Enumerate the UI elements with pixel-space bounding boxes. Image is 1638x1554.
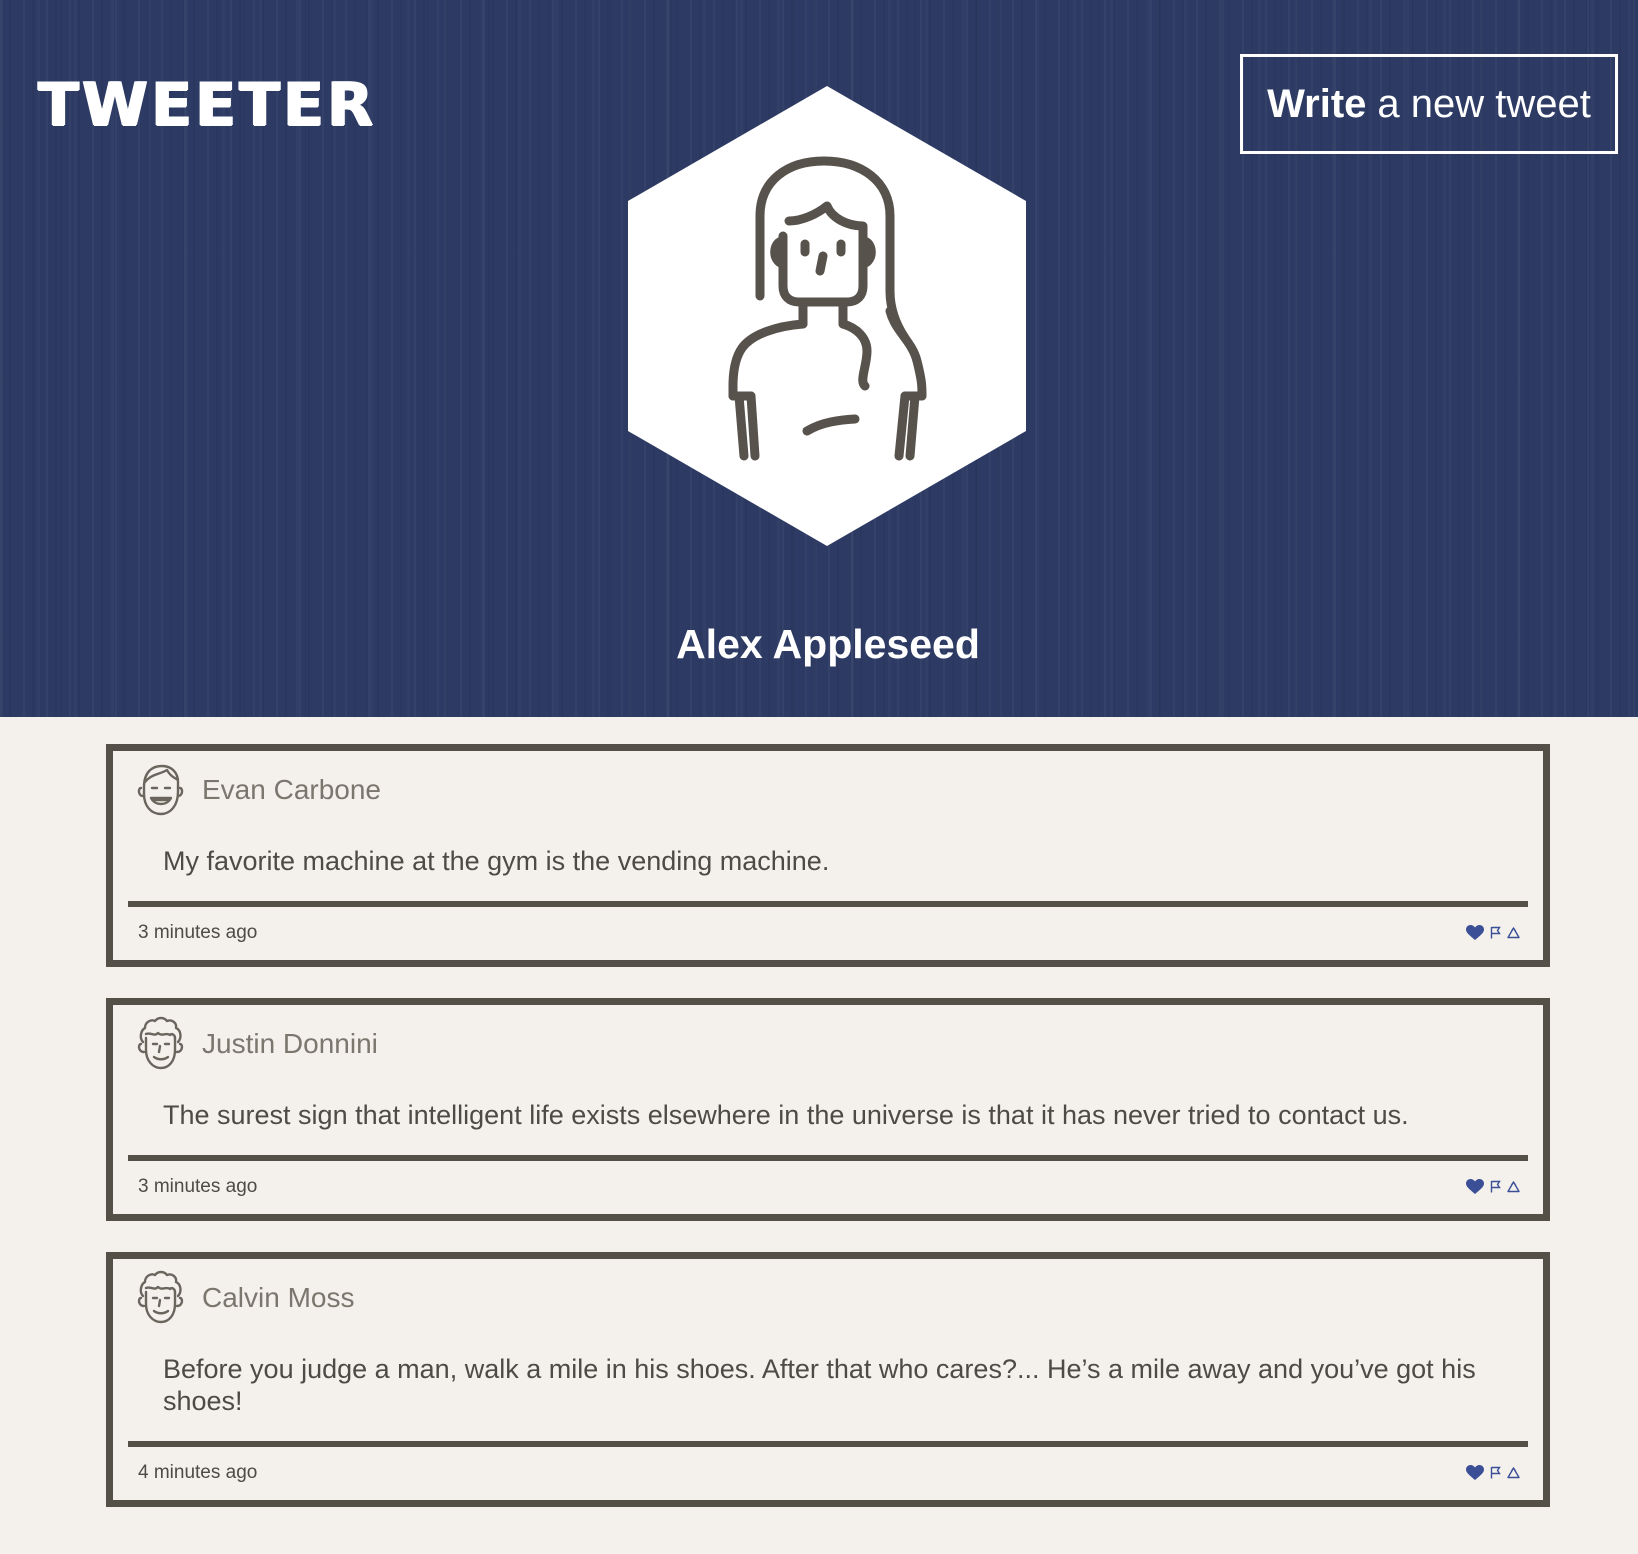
flag-icon[interactable] bbox=[1490, 926, 1501, 939]
smiling-man-avatar-icon bbox=[137, 764, 184, 816]
compose-button-label: a new tweet bbox=[1377, 81, 1591, 126]
tweet-timestamp: 3 minutes ago bbox=[138, 1175, 258, 1197]
tweet-list: Evan Carbone My favorite machine at the … bbox=[106, 744, 1550, 1538]
tweet-actions bbox=[1466, 1178, 1520, 1195]
tweet-footer: 3 minutes ago bbox=[128, 901, 1528, 960]
profile-header: TWEETER Write a new tweet Alex Appleseed bbox=[0, 0, 1638, 717]
retweet-icon[interactable] bbox=[1507, 926, 1520, 939]
flag-icon[interactable] bbox=[1490, 1466, 1501, 1479]
compose-button-strong-label: Write bbox=[1267, 81, 1367, 126]
app-logo[interactable]: TWEETER bbox=[38, 70, 376, 140]
retweet-icon[interactable] bbox=[1507, 1180, 1520, 1193]
heart-icon[interactable] bbox=[1466, 924, 1484, 941]
tweet-footer: 4 minutes ago bbox=[128, 1441, 1528, 1500]
flag-icon[interactable] bbox=[1490, 1180, 1501, 1193]
tweet-card: Calvin Moss Before you judge a man, walk… bbox=[106, 1252, 1550, 1507]
tweet-footer: 3 minutes ago bbox=[128, 1155, 1528, 1214]
tweet-actions bbox=[1466, 924, 1520, 941]
curly-hair-man-avatar-icon bbox=[137, 1016, 184, 1070]
tweet-card: Justin Donnini The surest sign that inte… bbox=[106, 998, 1550, 1221]
tweet-card: Evan Carbone My favorite machine at the … bbox=[106, 744, 1550, 967]
tweet-header: Justin Donnini bbox=[113, 1005, 1543, 1083]
tweet-text: My favorite machine at the gym is the ve… bbox=[163, 846, 830, 876]
tweet-timestamp: 4 minutes ago bbox=[138, 1461, 258, 1483]
heart-icon[interactable] bbox=[1466, 1178, 1484, 1195]
tweet-author[interactable]: Calvin Moss bbox=[202, 1281, 354, 1315]
write-new-tweet-button[interactable]: Write a new tweet bbox=[1240, 54, 1618, 154]
tweet-timestamp: 3 minutes ago bbox=[138, 921, 258, 943]
tweet-author[interactable]: Evan Carbone bbox=[202, 773, 381, 807]
retweet-icon[interactable] bbox=[1507, 1466, 1520, 1479]
curly-hair-man-avatar-icon bbox=[137, 1270, 184, 1324]
tweet-header: Calvin Moss bbox=[113, 1259, 1543, 1337]
heart-icon[interactable] bbox=[1466, 1464, 1484, 1481]
tweet-header: Evan Carbone bbox=[113, 751, 1543, 829]
tweet-actions bbox=[1466, 1464, 1520, 1481]
tweet-author[interactable]: Justin Donnini bbox=[202, 1027, 378, 1061]
profile-name: Alex Appleseed bbox=[676, 621, 980, 667]
tweet-text: The surest sign that intelligent life ex… bbox=[163, 1100, 1409, 1130]
woman-avatar-icon bbox=[628, 86, 1026, 546]
tweet-text: Before you judge a man, walk a mile in h… bbox=[163, 1354, 1476, 1416]
